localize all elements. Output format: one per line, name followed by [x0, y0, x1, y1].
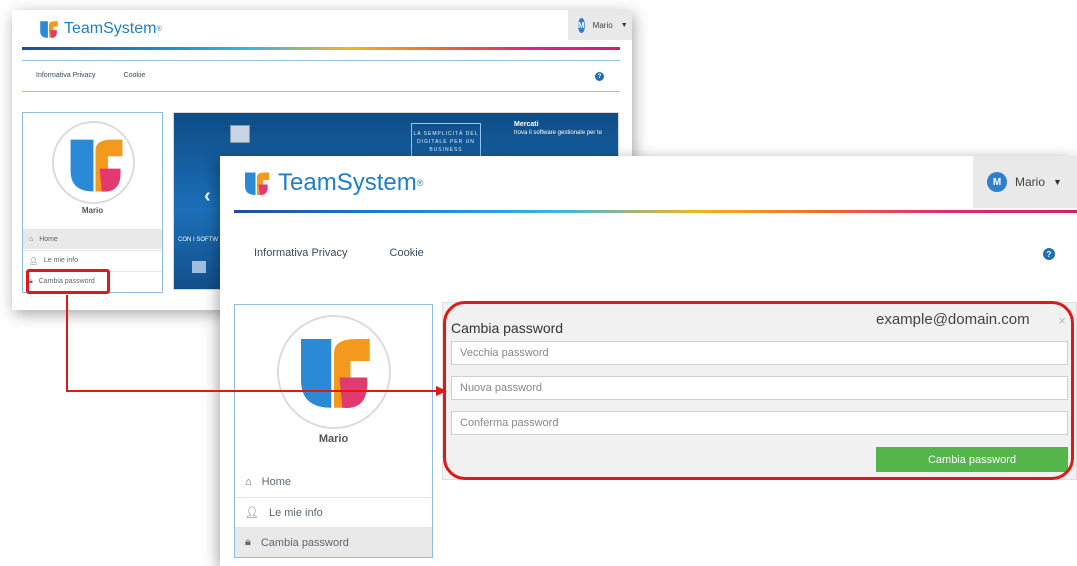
- connector-arrow: [66, 295, 447, 396]
